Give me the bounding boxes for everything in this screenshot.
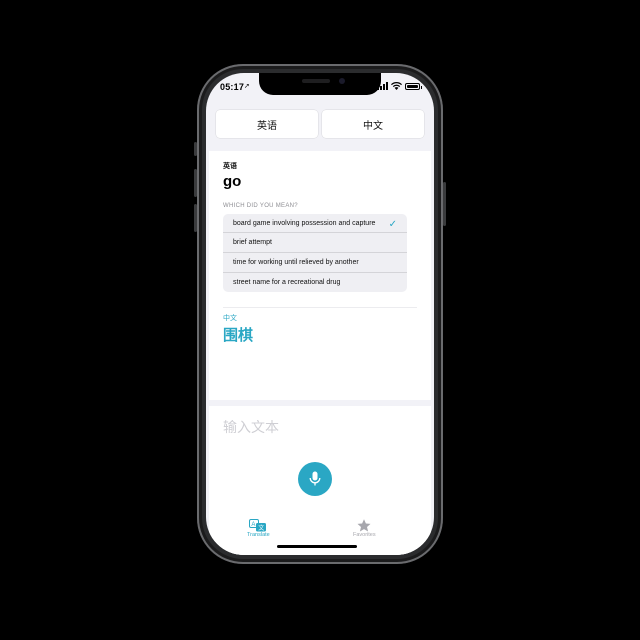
star-icon [357, 519, 371, 532]
meaning-option[interactable]: time for working until relieved by anoth… [223, 252, 407, 272]
battery-icon [405, 82, 422, 90]
target-language-label: 中文 [223, 315, 237, 322]
tab-favorites-label: Favorites [353, 532, 376, 538]
meaning-option-label: street name for a recreational drug [233, 279, 341, 286]
microphone-icon [309, 471, 321, 486]
svg-text:A: A [252, 522, 256, 528]
status-icons [377, 82, 422, 90]
source-language-label: 英语 [223, 163, 237, 170]
meaning-option-label: brief attempt [233, 239, 272, 246]
meaning-header: WHICH DID YOU MEAN? [223, 203, 298, 209]
tab-translate[interactable]: A 文 Translate [247, 519, 270, 538]
meaning-option[interactable]: brief attempt [223, 232, 407, 252]
speaker [302, 79, 330, 83]
power-button [443, 182, 446, 226]
svg-text:文: 文 [259, 524, 265, 532]
volume-up-button [194, 169, 197, 197]
home-indicator[interactable] [277, 545, 357, 548]
language-selector: 英语 中文 [216, 110, 424, 138]
wifi-icon [391, 82, 402, 90]
source-language-button[interactable]: 英语 [216, 110, 318, 138]
meaning-option-label: time for working until relieved by anoth… [233, 259, 359, 266]
meaning-option-label: board game involving possession and capt… [233, 220, 376, 227]
divider [223, 307, 417, 308]
meaning-option[interactable]: board game involving possession and capt… [223, 214, 407, 232]
location-arrow-icon: ➚ [244, 83, 250, 90]
screen: 05:17 ➚ 英语 中文 英语 go WHICH DID YOU MEAN? [206, 73, 434, 555]
mute-switch [194, 142, 197, 156]
notch [259, 73, 381, 95]
target-language-button[interactable]: 中文 [322, 110, 424, 138]
translated-word: 围棋 [223, 327, 254, 344]
text-input[interactable] [223, 420, 403, 436]
translation-result-card: 英语 go WHICH DID YOU MEAN? board game inv… [209, 151, 431, 400]
checkmark-icon: ✓ [388, 219, 397, 230]
tab-favorites[interactable]: Favorites [353, 519, 376, 538]
meaning-options-list: board game involving possession and capt… [223, 214, 407, 292]
tab-translate-label: Translate [247, 532, 270, 538]
status-time: 05:17 [220, 82, 245, 92]
tab-bar: A 文 Translate Favorites [209, 513, 431, 555]
microphone-button[interactable] [298, 462, 332, 496]
volume-down-button [194, 204, 197, 232]
front-camera [339, 78, 345, 84]
meaning-option[interactable]: street name for a recreational drug [223, 272, 407, 292]
phone-frame: 05:17 ➚ 英语 中文 英语 go WHICH DID YOU MEAN? [194, 64, 446, 564]
source-word: go [223, 173, 242, 190]
translate-icon: A 文 [249, 519, 267, 532]
